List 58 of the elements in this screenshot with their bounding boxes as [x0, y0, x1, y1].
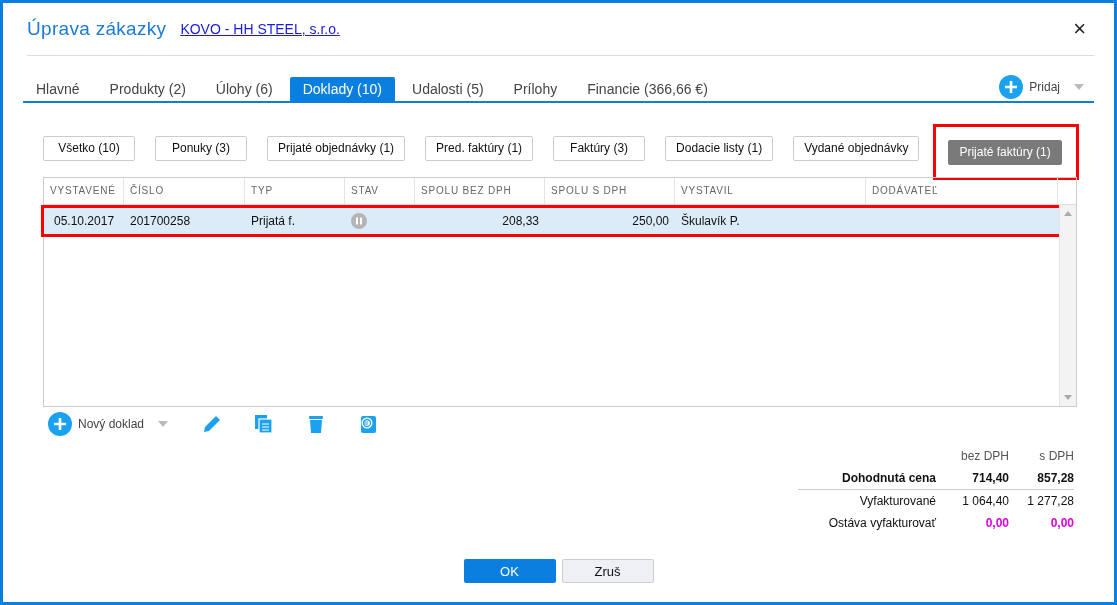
caret-icon[interactable] — [1074, 84, 1084, 90]
table-cell-text: 208,33 — [501, 214, 540, 228]
summary-value: 857,28 — [1036, 471, 1074, 485]
filter-button[interactable]: Dodacie listy (1) — [665, 135, 774, 161]
table-cell-text: 250,00 — [631, 214, 670, 228]
copy-icon[interactable] — [254, 414, 275, 434]
window-title: Úprava zákazky — [27, 18, 167, 40]
scrollbar[interactable] — [1059, 205, 1076, 406]
filter-button[interactable]: Faktúry (3) — [553, 135, 646, 161]
table-cell-text: Škulavík P. — [680, 214, 741, 228]
filter-button[interactable]: Prijaté objednávky (1) — [267, 135, 406, 161]
column-header[interactable]: STAV — [345, 178, 415, 204]
column-header[interactable]: SPOLU S DPH — [545, 178, 675, 204]
add-label[interactable]: Pridaj — [1029, 80, 1060, 94]
table-cell-text: 201700258 — [129, 214, 192, 228]
caret-icon[interactable] — [158, 421, 169, 427]
summary-value: 714,40 — [971, 471, 1009, 485]
scroll-up-icon[interactable] — [1064, 211, 1072, 216]
tab[interactable]: Hlavné — [23, 77, 93, 101]
tab[interactable]: Financie (366,66 €) — [574, 77, 721, 101]
add-icon[interactable] — [48, 412, 72, 436]
filter-button[interactable]: Ponuky (3) — [155, 135, 247, 161]
ok-button[interactable]: OK — [463, 559, 556, 583]
column-header[interactable]: TYP — [245, 178, 345, 204]
summary-value: 1 064,40 — [961, 494, 1009, 508]
summary-label: Ostáva vyfakturovať — [827, 516, 936, 530]
summary-value: 0,00 — [1049, 516, 1074, 530]
customer-link[interactable]: KOVO - HH STEEL, s.r.o. — [180, 21, 340, 37]
column-header[interactable]: VYSTAVENÉ — [44, 178, 124, 204]
tab[interactable]: Udalosti (5) — [399, 77, 497, 101]
add-icon[interactable] — [999, 75, 1024, 99]
tab[interactable]: Produkty (2) — [96, 77, 199, 101]
tab[interactable]: Doklady (10) — [289, 77, 395, 101]
column-header[interactable]: ČÍSLO — [124, 178, 245, 204]
table-cell-text: 05.10.2017 — [53, 214, 116, 228]
scroll-down-icon[interactable] — [1064, 395, 1072, 400]
tab[interactable]: Prílohy — [500, 77, 571, 101]
summary-value: 0,00 — [984, 516, 1009, 530]
column-header: bez DPH — [959, 449, 1009, 463]
summary-label: Vyfakturované — [858, 494, 936, 508]
table-row[interactable]: 05.10.2017 201700258 Prijatá f. 208,33 250,00 Škulavík P. — [41, 205, 1062, 237]
table-cell-text: Prijatá f. — [250, 214, 296, 228]
close-button[interactable]: × — [1065, 18, 1094, 40]
column-header[interactable]: SPOLU BEZ DPH — [415, 178, 545, 204]
filter-button[interactable]: Pred. faktúry (1) — [425, 135, 534, 161]
filter-button[interactable]: Vydané objednávky — [793, 135, 920, 161]
filter-button[interactable]: Prijaté faktúry (1) — [948, 139, 1062, 165]
filter-button[interactable]: Všetko (10) — [43, 135, 135, 161]
column-header[interactable]: DODÁVATEĽ — [866, 178, 1058, 204]
column-header[interactable]: VYSTAVIL — [675, 178, 866, 204]
summary-value: 1 277,28 — [1026, 494, 1074, 508]
euro-document-icon[interactable] — [358, 414, 379, 434]
cancel-button[interactable]: Zruš — [561, 559, 654, 583]
summary-label: Dohodnutá cena — [841, 471, 936, 485]
tab[interactable]: Úlohy (6) — [202, 77, 286, 101]
pencil-icon[interactable] — [202, 414, 223, 434]
column-header: s DPH — [1038, 449, 1074, 463]
new-document-label[interactable]: Nový doklad — [78, 417, 145, 431]
